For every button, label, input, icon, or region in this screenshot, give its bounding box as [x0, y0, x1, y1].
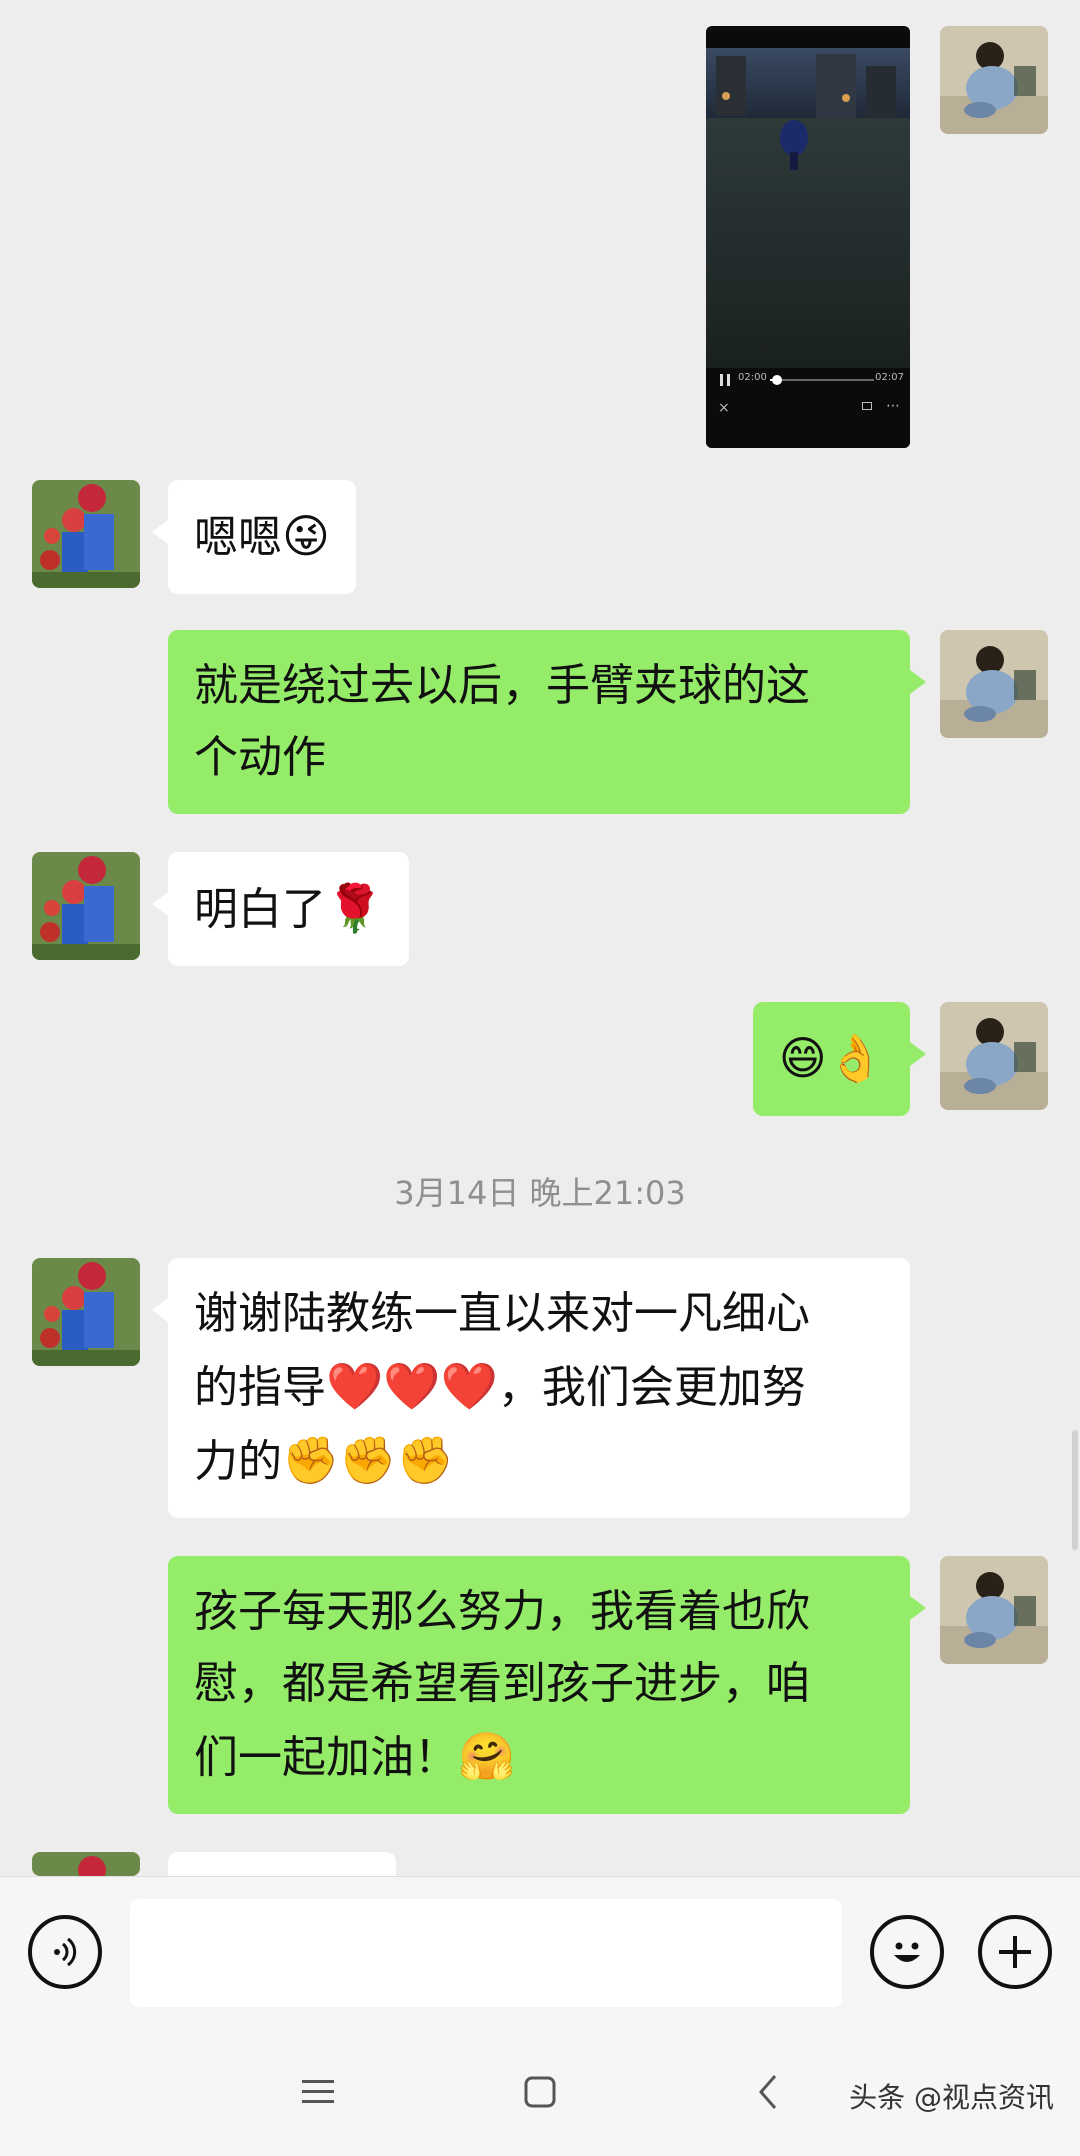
emoji-button[interactable] [870, 1915, 944, 1989]
avatar-contact-image [32, 480, 140, 588]
watermark: 头条 @视点资讯 [849, 2081, 1054, 2114]
message-bubble-partial[interactable] [168, 1852, 396, 1876]
voice-icon [54, 1937, 77, 1967]
message-text: 嗯嗯 [194, 512, 282, 563]
video-progress-thumb[interactable] [772, 375, 782, 385]
avatar-self-image [940, 1002, 1048, 1110]
message-bubble-outgoing[interactable]: 就是绕过去以后，手臂夹球的这 个动作 [168, 630, 926, 814]
home-button[interactable] [514, 2066, 566, 2118]
emoji-icon [894, 1942, 920, 1962]
avatar-contact[interactable] [32, 1258, 140, 1366]
avatar-self[interactable] [940, 1002, 1048, 1110]
back-icon [759, 2075, 777, 2109]
hug-emoji: 🤗 [458, 1729, 516, 1783]
avatar-self-image [940, 630, 1048, 738]
avatar-contact-image [32, 1258, 140, 1366]
message-bubble-outgoing[interactable]: 孩子每天那么努力，我看着也欣 慰，都是希望看到孩子进步，咱 们一起加油！🤗 [168, 1556, 926, 1814]
menu-icon [302, 2080, 334, 2103]
message-line: 慰，都是希望看到孩子进步，咱 [194, 1658, 810, 1709]
video-progress-track[interactable] [770, 375, 874, 385]
input-bar [0, 1876, 1080, 2028]
system-nav-bar: 头条 @视点资讯 [0, 2028, 1080, 2156]
message-text: 们一起加油！ [194, 1732, 458, 1783]
menu-button[interactable] [292, 2066, 344, 2118]
message-line: 的指导❤️❤️❤️，我们会更加努 [194, 1350, 884, 1424]
avatar-self[interactable] [940, 1556, 1048, 1664]
message-input[interactable] [130, 1899, 842, 2007]
avatar-contact[interactable] [32, 852, 140, 960]
avatar-contact-image [32, 1852, 140, 1876]
message-line: 谢谢陆教练一直以来对一凡细心 [194, 1288, 810, 1339]
plus-icon [999, 1936, 1031, 1968]
avatar-self-image [940, 26, 1048, 134]
voice-button[interactable] [28, 1915, 102, 1989]
message-line: 孩子每天那么努力，我看着也欣 [194, 1586, 810, 1637]
heart-emoji: ❤️❤️❤️ [326, 1359, 498, 1413]
message-bubble-incoming[interactable]: 谢谢陆教练一直以来对一凡细心 的指导❤️❤️❤️，我们会更加努 力的✊✊✊ [152, 1258, 910, 1518]
video-more-icon[interactable]: ⋯ [886, 398, 900, 414]
wink-tongue-emoji: 😜 [282, 509, 330, 563]
chat-scrollbar[interactable] [1072, 1430, 1078, 1550]
grin-ok-emoji: 😄👌 [778, 1031, 884, 1085]
video-frame [706, 48, 910, 448]
avatar-self[interactable] [940, 26, 1048, 134]
back-button[interactable] [742, 2066, 794, 2118]
fist-emoji: ✊✊✊ [282, 1433, 454, 1487]
avatar-self-image [940, 1556, 1048, 1664]
message-text: 明白了 [194, 884, 326, 935]
message-bubble-incoming[interactable]: 明白了🌹 [151, 852, 410, 966]
message-bubble-outgoing[interactable]: 😄👌 [752, 1002, 927, 1116]
video-pause-icon[interactable] [720, 374, 730, 386]
message-text: ，我们会更加努 [497, 1362, 806, 1413]
message-text: 的指导 [194, 1362, 326, 1413]
message-line: 力的✊✊✊ [194, 1424, 884, 1498]
chat-timestamp: 3月14日 晚上21:03 [394, 1174, 686, 1212]
chat-screen: 02:00 02:07 × ⋯ 嗯嗯😜 就是绕过去以后，手臂夹球的这 个动作 明… [0, 0, 1080, 2156]
rose-emoji: 🌹 [326, 881, 384, 935]
avatar-self[interactable] [940, 630, 1048, 738]
video-fullscreen-icon[interactable] [862, 402, 872, 410]
avatar-contact-partial[interactable] [32, 1852, 140, 1876]
message-line: 就是绕过去以后，手臂夹球的这 [194, 660, 810, 711]
video-close-icon[interactable]: × [718, 400, 730, 416]
message-line: 们一起加油！🤗 [194, 1720, 884, 1794]
video-current-time: 02:00 [738, 372, 767, 383]
avatar-contact-image [32, 852, 140, 960]
plus-button[interactable] [978, 1915, 1052, 1989]
avatar-contact[interactable] [32, 480, 140, 588]
home-icon [524, 2076, 556, 2108]
message-text: 力的 [194, 1436, 282, 1487]
video-duration: 02:07 [875, 372, 904, 383]
message-bubble-incoming[interactable]: 嗯嗯😜 [152, 480, 356, 594]
message-line: 个动作 [194, 732, 326, 783]
video-message[interactable]: 02:00 02:07 × ⋯ [706, 26, 910, 448]
